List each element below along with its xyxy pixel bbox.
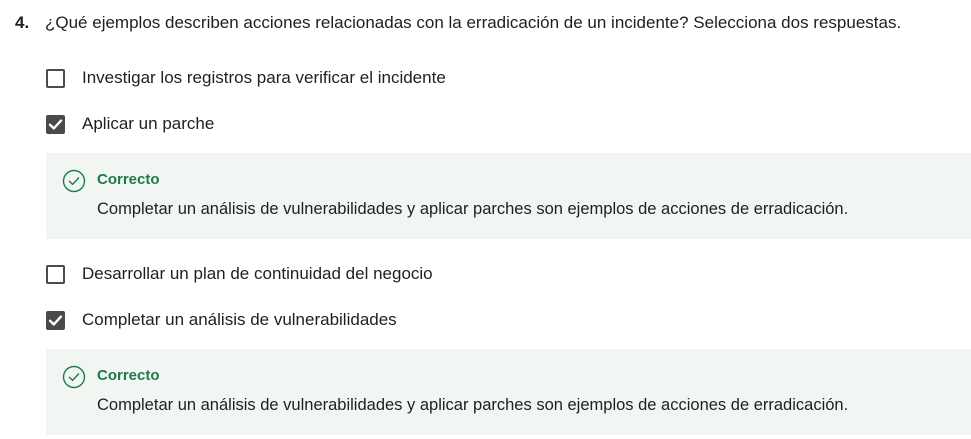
checkbox-unchecked-icon[interactable] xyxy=(46,68,65,88)
feedback-text: Completar un análisis de vulnerabilidade… xyxy=(97,200,849,218)
option-investigar-registros[interactable]: Investigar los registros para verificar … xyxy=(46,66,446,90)
feedback-title: Correcto xyxy=(97,171,160,188)
option-analisis-vulnerabilidades[interactable]: Completar un análisis de vulnerabilidade… xyxy=(46,308,397,332)
checkbox-checked-icon[interactable] xyxy=(46,114,65,134)
checkbox-unchecked-icon[interactable] xyxy=(46,264,65,284)
question-header: 4. ¿Qué ejemplos describen acciones relac… xyxy=(15,10,971,36)
feedback-correct: Correcto Completar un análisis de vulner… xyxy=(46,153,971,239)
option-label: Investigar los registros para verificar … xyxy=(82,68,446,87)
option-label: Completar un análisis de vulnerabilidade… xyxy=(82,310,397,329)
question-number: 4. xyxy=(15,13,30,32)
checkbox-checked-icon[interactable] xyxy=(46,310,65,330)
option-label: Desarrollar un plan de continuidad del n… xyxy=(82,264,433,283)
feedback-text: Completar un análisis de vulnerabilidade… xyxy=(97,396,849,414)
option-plan-continuidad[interactable]: Desarrollar un plan de continuidad del n… xyxy=(46,262,433,286)
option-aplicar-parche[interactable]: Aplicar un parche xyxy=(46,112,214,136)
feedback-correct: Correcto Completar un análisis de vulner… xyxy=(46,349,971,435)
option-label: Aplicar un parche xyxy=(82,114,215,133)
question-text: ¿Qué ejemplos describen acciones relacio… xyxy=(45,13,902,32)
feedback-title: Correcto xyxy=(97,367,160,384)
check-circle-icon xyxy=(62,365,86,389)
check-circle-icon xyxy=(62,169,86,193)
